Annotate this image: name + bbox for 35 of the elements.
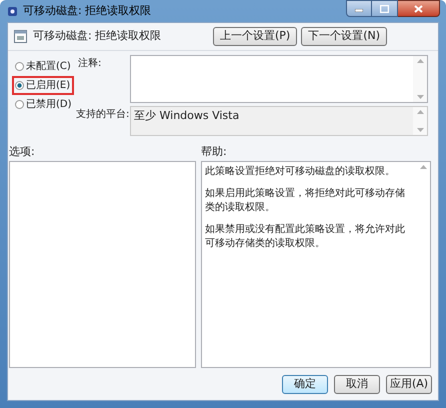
navigation-button[interactable]: 下一个设置(N) xyxy=(301,27,387,46)
radio-option[interactable]: 已禁用(D) xyxy=(12,95,74,114)
radio-icon xyxy=(15,100,24,109)
comment-field[interactable] xyxy=(130,55,428,103)
radio-icon xyxy=(15,81,24,90)
window-title: 可移动磁盘: 拒绝读取权限 xyxy=(23,2,152,19)
comment-label: 注释: xyxy=(77,56,102,71)
radio-option[interactable]: 未配置(C) xyxy=(12,57,74,76)
app-icon xyxy=(6,4,19,18)
policy-icon xyxy=(14,30,27,43)
radio-icon xyxy=(15,62,24,71)
dialog-button[interactable]: 确定 xyxy=(282,374,328,394)
scroll-down-icon[interactable] xyxy=(416,128,424,132)
close-icon xyxy=(414,4,423,12)
scroll-up-icon[interactable] xyxy=(416,59,424,63)
scroll-up-icon[interactable] xyxy=(416,110,424,114)
help-paragraph: 如果启用此策略设置，将拒绝对此可移动存储类的读取权限。 xyxy=(205,187,406,215)
close-button[interactable] xyxy=(398,0,440,17)
help-paragraph: 如果禁用或没有配置此策略设置，将允许对此可移动存储类的读取权限。 xyxy=(205,223,406,251)
scroll-down-icon[interactable] xyxy=(416,95,424,99)
maximize-icon xyxy=(380,4,389,12)
help-paragraph: 此策略设置拒绝对可移动磁盘的读取权限。 xyxy=(205,165,396,179)
policy-title: 可移动磁盘: 拒绝读取权限 xyxy=(33,28,162,44)
platform-value: 至少 Windows Vista xyxy=(133,108,240,124)
scroll-up-icon[interactable] xyxy=(420,165,426,169)
minimize-button[interactable] xyxy=(346,0,372,17)
options-label: 选项: xyxy=(9,144,36,156)
platform-label: 支持的平台: xyxy=(75,108,130,122)
minimize-icon xyxy=(355,9,363,12)
maximize-button[interactable] xyxy=(372,0,398,17)
dialog-button[interactable]: 取消 xyxy=(334,374,380,394)
navigation-button[interactable]: 上一个设置(P) xyxy=(212,27,298,46)
radio-option[interactable]: 已启用(E) xyxy=(12,76,74,95)
dialog-button[interactable]: 应用(A) xyxy=(386,374,432,394)
help-label: 帮助: xyxy=(201,144,228,156)
